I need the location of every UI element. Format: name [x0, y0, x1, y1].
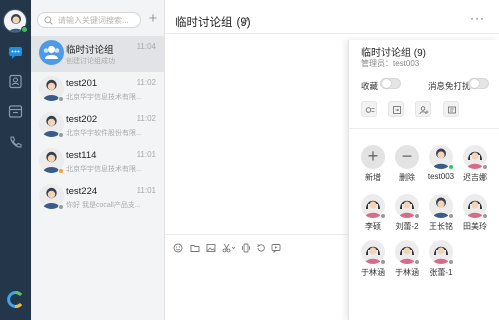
online-status-dot: [448, 164, 454, 170]
offline-status-dot: [58, 132, 64, 138]
conversation-name: test114: [66, 150, 97, 161]
apps-nav-icon[interactable]: [8, 104, 23, 119]
group-title: 临时讨论组 (9): [361, 48, 426, 59]
new-chat-button[interactable]: +: [146, 11, 160, 27]
message-record-icon[interactable]: [271, 243, 281, 253]
my-status-dot: [21, 26, 28, 33]
emoji-icon[interactable]: [173, 243, 183, 253]
member-tile[interactable]: 田美玲: [457, 194, 493, 234]
conversation-item[interactable]: 临时讨论组 11:04 创建讨论组成功: [31, 36, 164, 72]
offline-status-dot: [414, 213, 420, 219]
collect-label: 收藏: [361, 81, 379, 91]
conversation-preview: 北京华宇信息技术有限...: [66, 166, 142, 173]
message-toolbar: [165, 234, 349, 256]
history-icon[interactable]: [256, 243, 266, 253]
plus-icon: +: [361, 145, 385, 169]
conversation-preview: 创建讨论组成功: [66, 58, 115, 65]
conversation-time: 11:02: [136, 78, 156, 87]
offline-status-dot: [482, 213, 488, 219]
group-info-panel: 临时讨论组 (9) 管理员：test003 收藏 消息免打扰 + 新增 − 删除…: [348, 40, 499, 320]
chat-nav-icon[interactable]: [8, 45, 23, 60]
conversation-item[interactable]: test201 11:02 北京华宇信息技术有限...: [31, 72, 164, 108]
gear-list-icon: [365, 107, 375, 113]
offline-status-dot: [414, 259, 420, 265]
conversation-time: 11:02: [136, 114, 156, 123]
offline-status-dot: [448, 259, 454, 265]
conversation-name: test224: [66, 186, 98, 197]
group-avatar-icon: [39, 40, 64, 65]
screenshot-scissors-icon[interactable]: [222, 243, 236, 253]
conversation-item[interactable]: test202 11:02 北京华宇软件股份有限...: [31, 108, 164, 144]
offline-status-dot: [482, 164, 488, 170]
member-tile[interactable]: 张蕾-1: [423, 240, 459, 280]
away-status-dot: [58, 168, 64, 174]
conversation-item[interactable]: test114 11:01 北京华宇信息技术有限...: [31, 144, 164, 180]
add-member-button[interactable]: [415, 101, 431, 117]
contacts-nav-icon[interactable]: [8, 74, 23, 89]
search-icon: [44, 16, 53, 25]
conversation-name: test201: [66, 78, 98, 89]
conversation-preview: 你好 我是cocall产品支...: [66, 202, 141, 209]
offline-status-dot: [380, 213, 386, 219]
dnd-label: 消息免打扰: [428, 81, 471, 91]
conversation-list: + 临时讨论组 11:04 创建讨论组成功 test201 11:02 北京华宇…: [31, 0, 165, 320]
chat-header: 临时讨论组 (9) ···: [165, 0, 499, 34]
transfer-icon: [393, 106, 401, 114]
conversation-item[interactable]: test224 11:01 你好 我是cocall产品支...: [31, 180, 164, 216]
offline-status-dot: [448, 213, 454, 219]
member-name: 张蕾-1: [429, 268, 453, 277]
chat-title: 临时讨论组 (9): [175, 14, 251, 30]
shake-icon[interactable]: [241, 243, 251, 253]
offline-status-dot: [58, 96, 64, 102]
user-add-icon: [419, 106, 429, 115]
group-admin: 管理员：test003: [361, 59, 420, 68]
conversation-time: 11:01: [136, 150, 156, 159]
search-box[interactable]: [37, 12, 141, 28]
dnd-toggle[interactable]: [468, 78, 489, 89]
member-tile[interactable]: 迟吉娜: [457, 145, 493, 185]
conversation-preview: 北京华宇信息技术有限...: [66, 94, 142, 101]
group-notice-button[interactable]: [443, 101, 459, 117]
edit-icon[interactable]: [241, 17, 249, 25]
image-icon[interactable]: [206, 243, 216, 253]
conversation-time: 11:01: [136, 186, 156, 195]
conversation-time: 11:04: [136, 42, 156, 51]
toggle-knob: [382, 79, 391, 88]
chat-title-text: 临时讨论组: [175, 17, 233, 29]
minus-icon: −: [395, 145, 419, 169]
conversation-name: test202: [66, 114, 98, 125]
notice-icon: [448, 106, 456, 114]
member-name: 迟吉娜: [463, 173, 487, 182]
conversation-preview: 北京华宇软件股份有限...: [66, 130, 142, 137]
member-name: 田美玲: [463, 222, 487, 231]
collect-toggle[interactable]: [380, 78, 401, 89]
app-logo-icon: [6, 290, 25, 309]
offline-status-dot: [380, 259, 386, 265]
conversation-name: 临时讨论组: [66, 45, 114, 56]
more-options-button[interactable]: ···: [470, 12, 485, 24]
nav-rail: [0, 0, 31, 320]
phone-nav-icon[interactable]: [8, 135, 23, 150]
panel-divider: [349, 128, 499, 129]
group-settings-button[interactable]: [361, 101, 377, 117]
offline-status-dot: [58, 204, 64, 210]
search-input[interactable]: [58, 14, 138, 26]
transfer-group-button[interactable]: [388, 101, 404, 117]
folder-icon[interactable]: [190, 243, 200, 253]
toggle-knob: [470, 79, 479, 88]
